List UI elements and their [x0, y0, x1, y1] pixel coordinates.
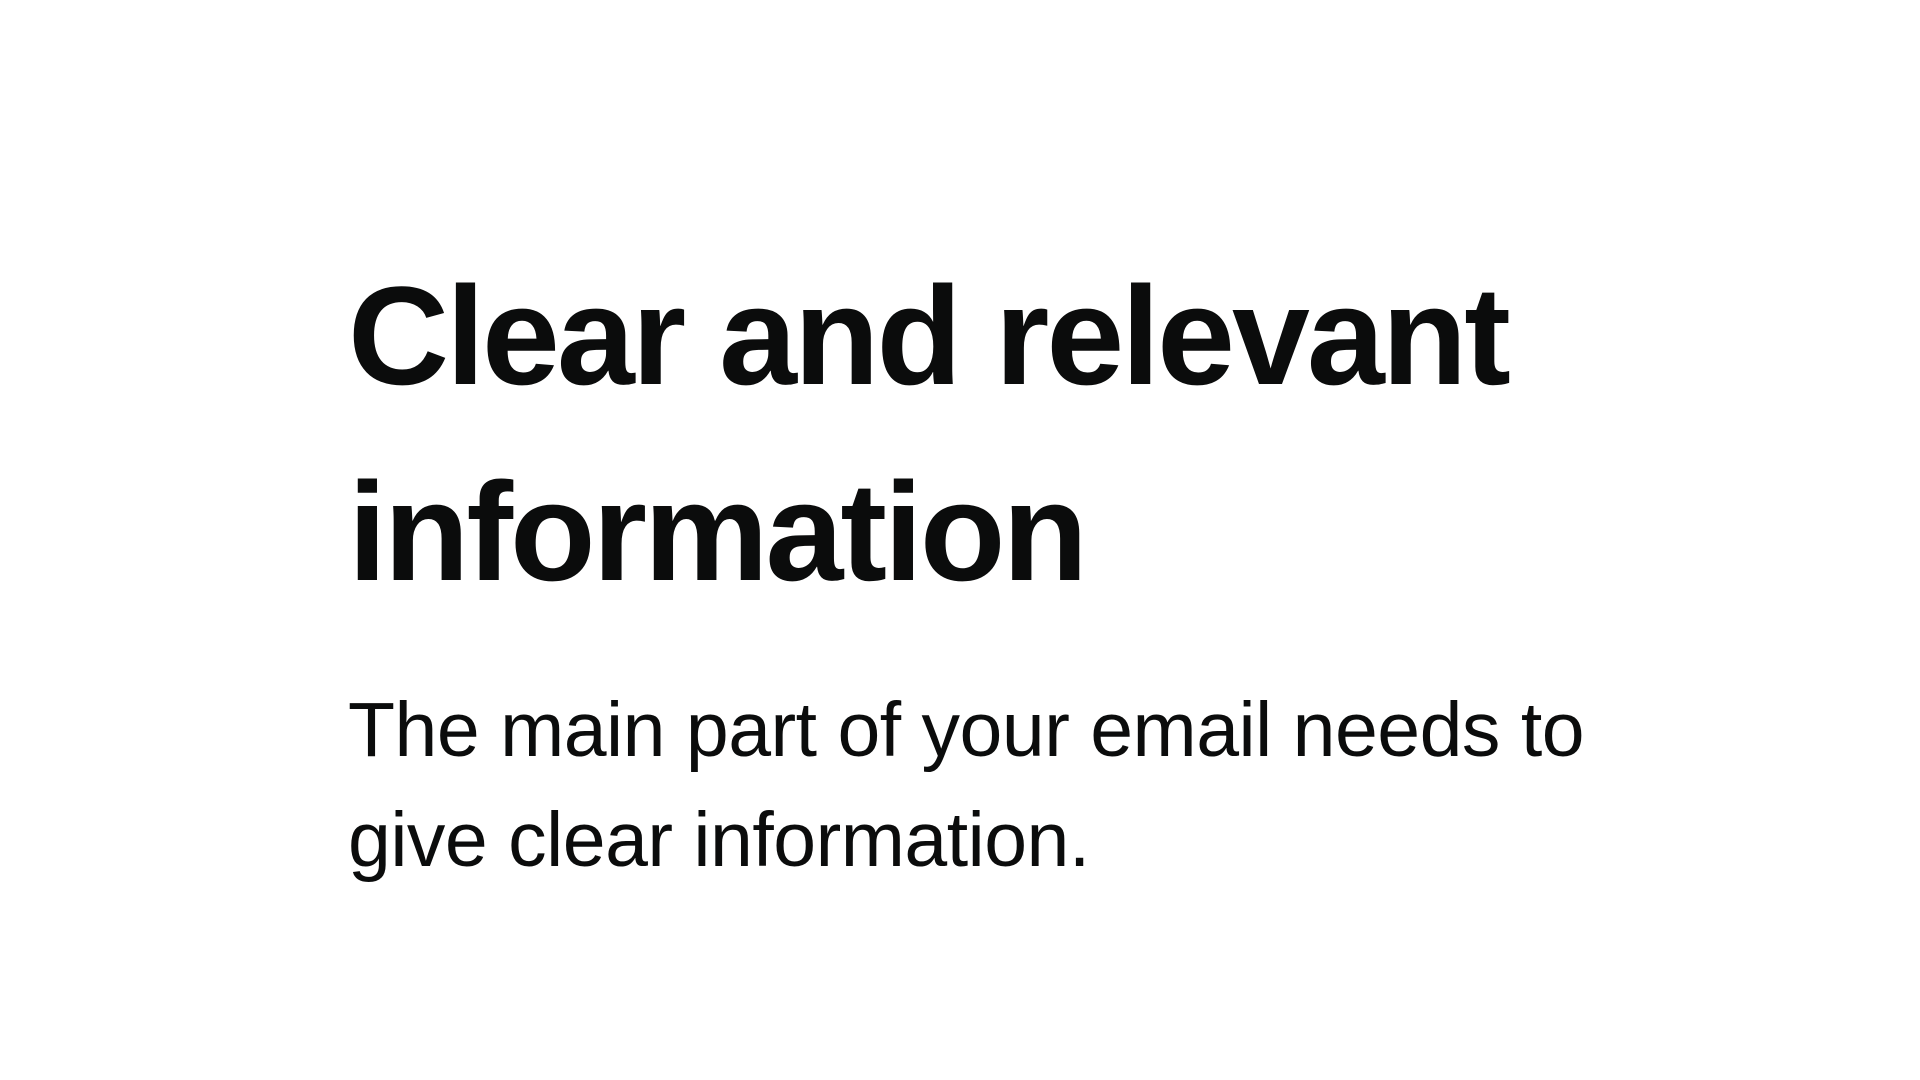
slide-content: Clear and relevant information The main …: [348, 238, 1648, 895]
slide-title: Clear and relevant information: [348, 257, 1511, 610]
slide-body-text: The main part of your email needs to giv…: [348, 687, 1585, 883]
slide: Clear and relevant information The main …: [0, 0, 1920, 1080]
